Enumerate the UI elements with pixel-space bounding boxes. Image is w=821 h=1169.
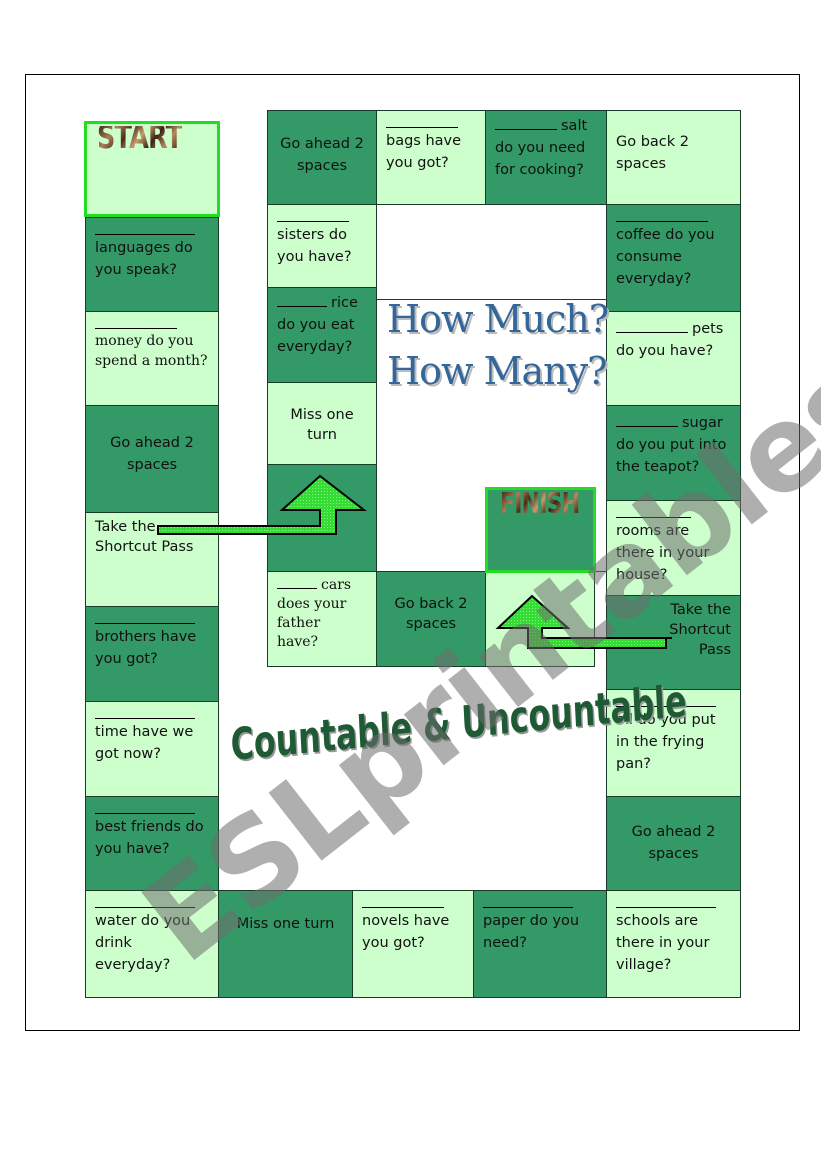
square-text: bags have you got? (386, 133, 462, 171)
answer-blank (616, 507, 691, 518)
square-text: novels have you got? (362, 913, 450, 951)
answer-blank (495, 129, 557, 130)
arrow-up-icon (495, 594, 672, 649)
square-text: Miss one turn (236, 916, 335, 932)
board-square: rooms are there in your house? (606, 500, 741, 596)
finish-label: FINISH (500, 487, 580, 521)
board-square: sugar do you put into the teapot? (606, 405, 741, 501)
square-text: Go ahead 2 spaces (280, 136, 364, 174)
answer-blank (362, 897, 444, 908)
board-square: time have we got now? (85, 701, 219, 797)
board-square: brothers have you got? (85, 606, 219, 702)
board-square: Go ahead 2 spaces (267, 110, 377, 205)
board-square: pets do you have? (606, 311, 741, 406)
board-square: Go back 2 spaces (376, 571, 486, 667)
answer-blank (95, 318, 177, 329)
square-word: cars (321, 577, 352, 593)
answer-blank (277, 588, 317, 589)
title-how-much: How Much? (387, 297, 609, 341)
answer-blank (95, 613, 195, 624)
square-text: do you eat everyday? (277, 317, 355, 355)
square-text: best friends do you have? (95, 819, 204, 857)
board-square: bags have you got? (376, 110, 486, 205)
board-square: Miss one turn (267, 382, 377, 465)
square-text: Miss one turn (290, 407, 354, 443)
answer-blank (95, 803, 195, 814)
square-word: sugar (682, 415, 723, 431)
arrow-up-icon (157, 474, 367, 535)
board-square: novels have you got? (352, 890, 474, 998)
answer-blank (616, 426, 678, 427)
square-text: water do you drink everyday? (95, 913, 191, 973)
answer-blank (616, 897, 716, 908)
board-square: paper do you need? (473, 890, 607, 998)
square-text: Go back 2 spaces (394, 596, 468, 632)
answer-blank (616, 332, 688, 333)
start-label: START (97, 121, 183, 157)
square-text: time have we got now? (95, 724, 194, 762)
square-text: schools are there in your village? (616, 913, 710, 973)
answer-blank (95, 224, 195, 235)
square-text: Go ahead 2 spaces (110, 435, 194, 473)
board-square: rice do you eat everyday? (267, 287, 377, 383)
board-square: Miss one turn (218, 890, 353, 998)
answer-blank (95, 708, 195, 719)
square-text: coffee do you consume everyday? (616, 227, 715, 287)
answer-blank (386, 117, 458, 128)
finish-square: FINISH (485, 487, 596, 573)
answer-blank (95, 897, 195, 908)
square-text: does your father have? (277, 596, 347, 650)
square-text: do you need for cooking? (495, 140, 586, 178)
title-how-many: How Many? (387, 349, 608, 393)
board-square: water do you drink everyday? (85, 890, 219, 998)
square-text: money do you spend a month? (95, 333, 208, 369)
board-square: languages do you speak? (85, 217, 219, 312)
square-text: Go ahead 2 spaces (631, 824, 716, 862)
start-square: START (84, 121, 220, 217)
square-text: rooms are there in your house? (616, 523, 710, 583)
square-word: salt (561, 118, 588, 134)
shortcut-arrow-right (495, 594, 672, 649)
square-text: sisters do you have? (277, 227, 352, 265)
answer-blank (483, 897, 573, 908)
answer-blank (616, 211, 708, 222)
board-square: coffee do you consume everyday? (606, 204, 741, 312)
board-square: best friends do you have? (85, 796, 219, 891)
board-square: salt do you need for cooking? (485, 110, 607, 205)
board-square: schools are there in your village? (606, 890, 741, 998)
square-text: languages do you speak? (95, 240, 193, 278)
square-text: Go back 2 spaces (616, 134, 690, 172)
board-square: Go ahead 2 spaces (606, 796, 741, 891)
square-word: rice (331, 295, 358, 311)
center-blank-panel (376, 204, 607, 300)
answer-blank (277, 211, 349, 222)
board-square: money do you spend a month? (85, 311, 219, 406)
answer-blank (277, 306, 327, 307)
shortcut-arrow-left (157, 474, 367, 535)
board-square: sisters do you have? (267, 204, 377, 288)
square-text: do you have? (616, 343, 714, 359)
square-word: pets (692, 321, 724, 337)
square-text: do you put into the teapot? (616, 437, 727, 475)
board-square: cars does your father have? (267, 571, 377, 667)
square-text: brothers have you got? (95, 629, 197, 667)
square-text: paper do you need? (483, 913, 580, 951)
board-square: Go back 2 spaces (606, 110, 741, 205)
